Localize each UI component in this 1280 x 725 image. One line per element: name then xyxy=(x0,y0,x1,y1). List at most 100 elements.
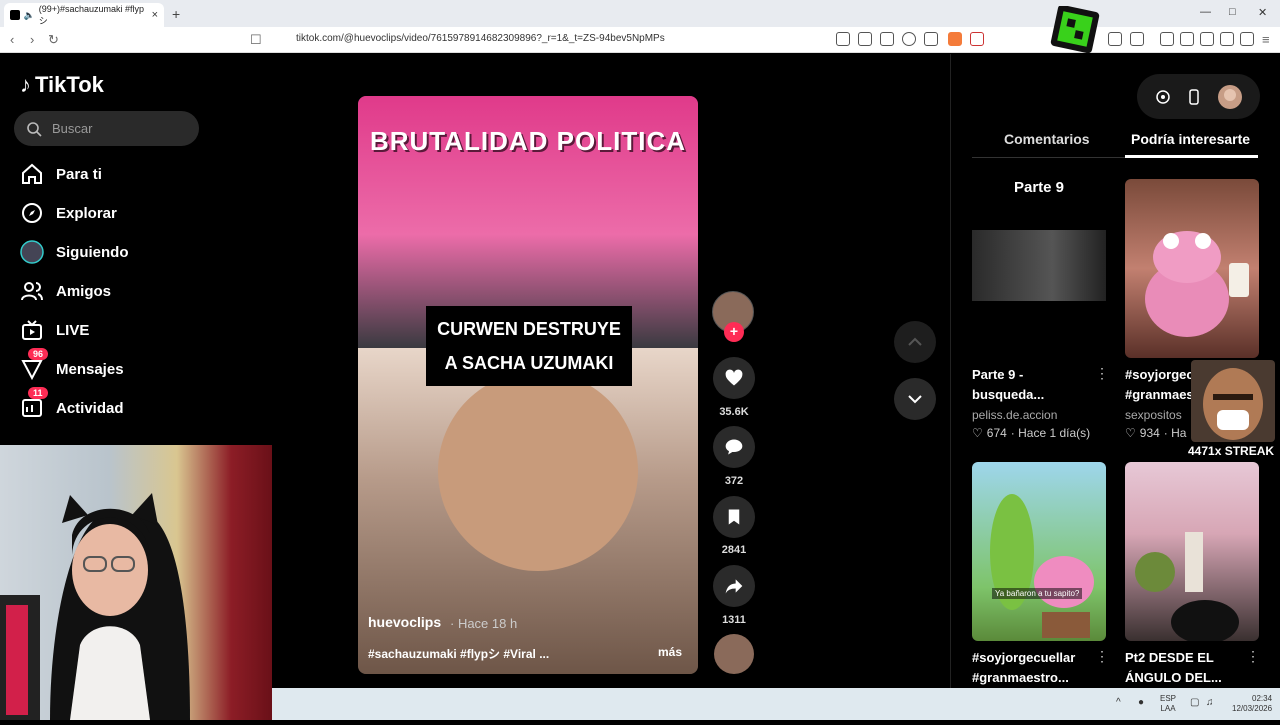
next-video-button[interactable] xyxy=(894,378,936,420)
leo-icon[interactable] xyxy=(1220,32,1234,46)
network-icon[interactable]: ▢ xyxy=(1190,697,1199,708)
tab-icon[interactable] xyxy=(1130,32,1144,46)
share-icon[interactable] xyxy=(924,32,938,46)
nav-label: Para ti xyxy=(56,165,102,183)
tiktok-note-icon: ♪ xyxy=(20,72,31,97)
screenshot-icon[interactable] xyxy=(880,32,894,46)
rewards-icon[interactable] xyxy=(970,32,984,46)
card-time: · Ha xyxy=(1163,426,1187,440)
windows-taskbar xyxy=(272,688,1280,720)
clock[interactable]: 02:34 12/03/2026 xyxy=(1232,694,1272,714)
caption-line-2: A SACHA UZUMAKI xyxy=(444,353,614,373)
tab-comentarios[interactable]: Comentarios xyxy=(1004,131,1090,147)
card-title[interactable]: busqueda... xyxy=(972,385,1044,405)
profile-avatar[interactable] xyxy=(1217,84,1243,110)
search-placeholder: Buscar xyxy=(52,121,93,136)
chevron-up-icon xyxy=(908,337,922,346)
phone-icon[interactable] xyxy=(1186,88,1202,105)
video-card[interactable] xyxy=(1125,462,1259,641)
video-player[interactable]: BRUTALIDAD POLITICA CURWEN DESTRUYE A SA… xyxy=(358,96,698,674)
tiktok-favicon-icon xyxy=(10,10,20,20)
clock-time: 02:34 xyxy=(1252,694,1273,703)
video-author[interactable]: huevoclips xyxy=(368,614,441,630)
video-card[interactable]: Parte 9 xyxy=(972,179,1106,358)
comment-button[interactable] xyxy=(713,426,755,468)
card-more-icon[interactable]: ⋮ xyxy=(1095,365,1109,382)
video-card[interactable]: Ya bañaron a tu sapito? xyxy=(972,462,1106,641)
video-hashtags[interactable]: #sachauzumaki #flypシ #Viral ... xyxy=(368,645,549,662)
url-text[interactable]: tiktok.com/@huevoclips/video/76159789146… xyxy=(296,33,665,44)
card-author[interactable]: sexpositos xyxy=(1125,408,1182,422)
card-title[interactable]: ÁNGULO DEL... xyxy=(1125,668,1222,688)
video-banner-text: BRUTALIDAD POLITICA xyxy=(369,126,687,156)
compass-icon xyxy=(22,203,42,223)
previous-video-button[interactable] xyxy=(894,321,936,363)
search-input[interactable]: Buscar xyxy=(14,111,199,146)
card-title[interactable]: #soyjorgec xyxy=(1125,365,1194,385)
browser-tab[interactable]: 🔈 (99+)#sachauzumaki #flypシ × xyxy=(4,3,164,27)
share-button[interactable] xyxy=(713,565,755,607)
language-indicator[interactable]: ESP LAA xyxy=(1160,694,1176,714)
maximize-button[interactable]: □ xyxy=(1229,6,1236,18)
zoom-icon[interactable] xyxy=(902,32,916,46)
reader-icon[interactable] xyxy=(836,32,850,46)
minimize-button[interactable]: — xyxy=(1200,6,1211,18)
like-button[interactable] xyxy=(713,357,755,399)
close-window-button[interactable]: ✕ xyxy=(1258,6,1267,19)
nav-mensajes[interactable]: 96 Mensajes xyxy=(20,348,220,384)
card-title[interactable]: #soyjorgecuellar xyxy=(972,648,1075,668)
microphone-icon[interactable]: ● xyxy=(1138,697,1144,708)
sound-avatar[interactable] xyxy=(714,634,754,674)
nav-siguiendo[interactable]: Siguiendo xyxy=(20,237,220,267)
card-likes: 934 xyxy=(1139,426,1160,440)
compass-icon[interactable] xyxy=(1155,89,1171,105)
nav-actividad[interactable]: 11 Actividad xyxy=(20,387,220,423)
lang-layout: LAA xyxy=(1160,704,1176,713)
vpn-icon[interactable] xyxy=(1240,32,1254,46)
new-tab-button[interactable]: + xyxy=(172,6,180,22)
card-thumbnail xyxy=(972,230,1106,301)
card-author[interactable]: peliss.de.accion xyxy=(972,408,1057,422)
save-button[interactable] xyxy=(713,496,755,538)
card-more-icon[interactable]: ⋮ xyxy=(1095,648,1109,665)
tray-expand-icon[interactable]: ^ xyxy=(1116,697,1121,708)
nav-live[interactable]: LIVE xyxy=(20,315,220,345)
extensions-icon[interactable] xyxy=(1108,32,1122,46)
streamer-image xyxy=(0,493,190,720)
brave-shield-icon[interactable] xyxy=(948,32,962,46)
nav-label: Mensajes xyxy=(56,360,124,378)
save-count: 2841 xyxy=(721,544,747,556)
forward-icon[interactable]: › xyxy=(30,32,34,47)
video-face-image xyxy=(438,371,638,571)
panel-divider xyxy=(950,54,951,688)
back-icon[interactable]: ‹ xyxy=(10,32,14,47)
follow-button[interactable]: + xyxy=(724,322,744,342)
translate-icon[interactable] xyxy=(858,32,872,46)
card-title[interactable]: #granmaestro... xyxy=(972,668,1069,688)
active-tab-indicator xyxy=(1125,155,1258,158)
wallet-icon[interactable] xyxy=(1200,32,1214,46)
tab-podria-interesarte[interactable]: Podría interesarte xyxy=(1131,131,1250,147)
nav-explorar[interactable]: Explorar xyxy=(20,198,220,228)
reload-icon[interactable]: ↻ xyxy=(48,32,59,48)
volume-icon[interactable]: ♫ xyxy=(1206,697,1214,708)
video-card[interactable] xyxy=(1125,179,1259,358)
card-title[interactable]: #granmaes xyxy=(1125,385,1194,405)
nav-amigos[interactable]: Amigos xyxy=(20,276,220,306)
menu-icon[interactable]: ≡ xyxy=(1262,32,1270,47)
tab-close-button[interactable]: × xyxy=(152,9,158,21)
comment-icon xyxy=(725,439,743,455)
nav-label: Siguiendo xyxy=(56,243,129,261)
card-title[interactable]: Pt2 DESDE EL xyxy=(1125,648,1214,668)
music-icon[interactable] xyxy=(1160,32,1174,46)
bookmark-icon[interactable]: ☐ xyxy=(250,32,262,48)
card-title[interactable]: Parte 9 - xyxy=(972,365,1023,385)
nav-para-ti[interactable]: Para ti xyxy=(20,159,220,189)
extension-logo-icon xyxy=(1050,6,1100,54)
messages-badge: 96 xyxy=(28,348,49,360)
card-more-icon[interactable]: ⋮ xyxy=(1246,648,1260,665)
tiktok-logo[interactable]: ♪ TikTok xyxy=(20,72,104,98)
card-cover-text: Parte 9 xyxy=(1013,179,1065,196)
video-more-button[interactable]: más xyxy=(658,645,682,659)
sidebar-icon[interactable] xyxy=(1180,32,1194,46)
